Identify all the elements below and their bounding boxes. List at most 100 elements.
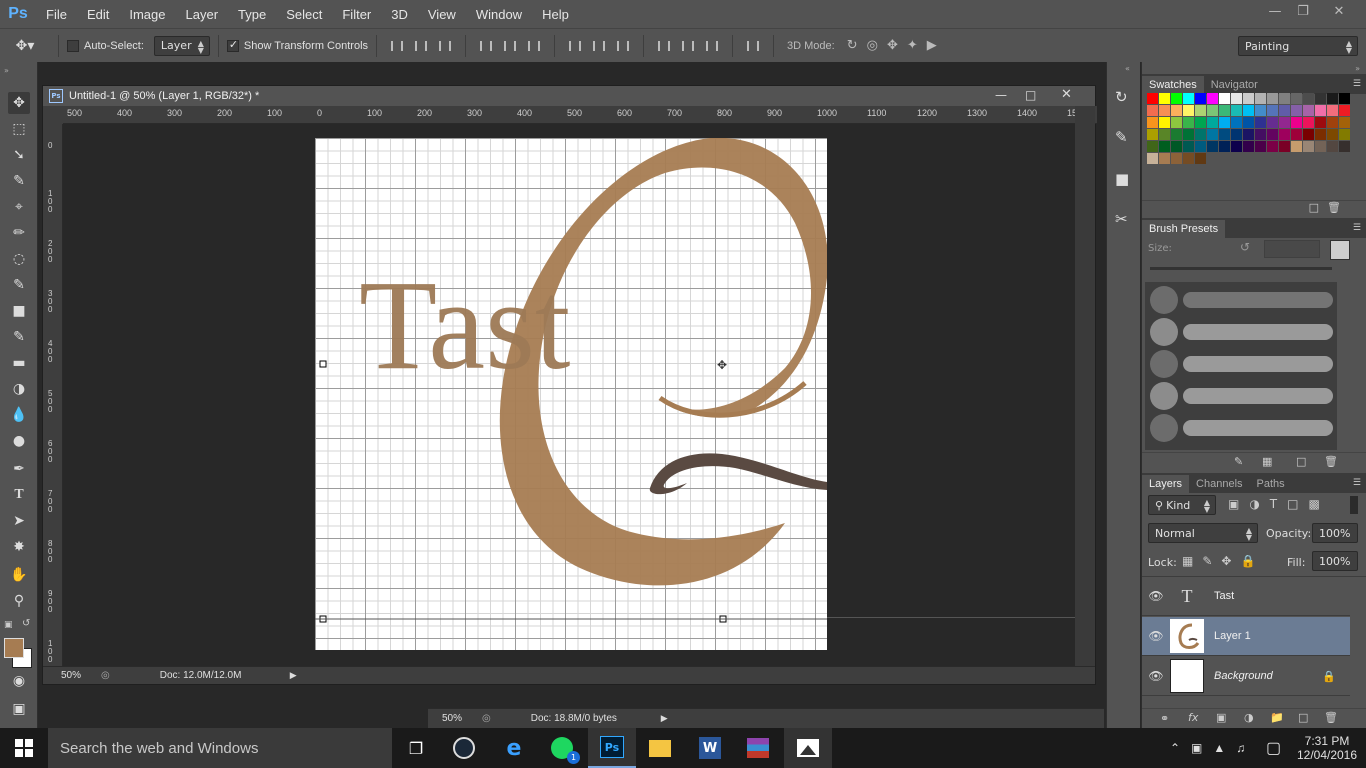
panel-menu-icon[interactable]: ☰: [1353, 478, 1361, 488]
steam-icon[interactable]: [440, 728, 488, 768]
collapse-arrows-icon[interactable]: »: [4, 66, 9, 75]
reset-brush-icon[interactable]: ↺: [1240, 240, 1250, 254]
panel-menu-icon[interactable]: ☰: [1353, 79, 1361, 89]
color-swatch[interactable]: [1291, 117, 1302, 128]
color-swatch[interactable]: [1159, 141, 1170, 152]
color-swatch[interactable]: [1339, 93, 1350, 104]
menu-layer[interactable]: Layer: [176, 7, 229, 22]
color-swatch[interactable]: [1243, 93, 1254, 104]
status-arrow-icon[interactable]: ▶: [661, 714, 668, 724]
align-right-icon[interactable]: [525, 38, 543, 54]
background-doc-zoom[interactable]: 50%: [442, 713, 482, 724]
menu-filter[interactable]: Filter: [332, 7, 381, 22]
color-swatch[interactable]: [1279, 93, 1290, 104]
winrar-icon[interactable]: [734, 728, 782, 768]
healing-brush-tool-icon[interactable]: ◌: [8, 248, 30, 270]
collapse-arrows-icon[interactable]: »: [1355, 64, 1360, 73]
color-swatch[interactable]: [1327, 117, 1338, 128]
vertical-ruler[interactable]: 0 100 200 300 400 500 600 700 800 900 10…: [43, 124, 63, 668]
type-tool-icon[interactable]: T: [8, 484, 30, 506]
color-swatch[interactable]: [1195, 129, 1206, 140]
horizontal-ruler[interactable]: 500 400 300 200 100 0 100 200 300 400 50…: [63, 106, 1097, 124]
brush-preset-tip[interactable]: [1150, 414, 1178, 442]
layer-row-layer-1[interactable]: 👁 Layer 1: [1142, 617, 1350, 656]
color-swatch[interactable]: [1279, 129, 1290, 140]
ruler-origin[interactable]: [43, 106, 63, 124]
delete-brush-icon[interactable]: 🗑: [1324, 455, 1338, 468]
canvas-area[interactable]: Tast ✥: [63, 124, 1077, 668]
foreground-color-swatch[interactable]: [4, 638, 24, 658]
distribute-bottom-icon[interactable]: [614, 38, 632, 54]
color-swatch[interactable]: [1255, 141, 1266, 152]
move-tool-icon[interactable]: ✥: [8, 92, 30, 114]
color-swatch[interactable]: [1195, 141, 1206, 152]
brush-list[interactable]: [1145, 282, 1337, 450]
color-swatch[interactable]: [1171, 105, 1182, 116]
share-icon[interactable]: ◎: [101, 670, 110, 681]
color-swatch[interactable]: [1243, 129, 1254, 140]
vertical-scrollbar[interactable]: [1075, 106, 1095, 668]
color-swatch[interactable]: [1219, 117, 1230, 128]
color-swatch[interactable]: [1171, 141, 1182, 152]
color-swatch[interactable]: [1243, 141, 1254, 152]
blend-mode-dropdown[interactable]: Normal ▲ ▼: [1148, 523, 1258, 543]
color-swatch[interactable]: [1219, 93, 1230, 104]
clock[interactable]: 7:31 PM 12/04/2016: [1296, 728, 1358, 768]
pen-tool-icon[interactable]: ✒: [8, 458, 30, 480]
color-swatch[interactable]: [1183, 93, 1194, 104]
close-icon[interactable]: ✕: [1322, 0, 1356, 22]
grid-icon[interactable]: ▦: [1262, 455, 1272, 468]
color-swatch[interactable]: [1207, 141, 1218, 152]
distribute-top-icon[interactable]: [566, 38, 584, 54]
history-brush-tool-icon[interactable]: ✎: [8, 326, 30, 348]
align-bottom-icon[interactable]: [436, 38, 454, 54]
color-swatch[interactable]: [1303, 141, 1314, 152]
delete-layer-icon[interactable]: 🗑: [1324, 711, 1338, 724]
zoom-level[interactable]: 50%: [61, 670, 101, 681]
color-swatch[interactable]: [1267, 117, 1278, 128]
align-top-icon[interactable]: [388, 38, 406, 54]
tab-paths[interactable]: Paths: [1250, 475, 1292, 493]
eye-icon[interactable]: 👁: [1142, 669, 1170, 683]
menu-view[interactable]: View: [418, 7, 466, 22]
eye-icon[interactable]: 👁: [1142, 589, 1170, 603]
clone-source-panel-icon[interactable]: ■: [1115, 170, 1129, 188]
color-swatch[interactable]: [1147, 153, 1158, 164]
photoshop-taskbar-icon[interactable]: Ps: [588, 728, 636, 768]
color-swatch[interactable]: [1291, 105, 1302, 116]
color-swatch[interactable]: [1183, 141, 1194, 152]
custom-shape-tool-icon[interactable]: ✸: [8, 536, 30, 558]
brush-panel-toggle-icon[interactable]: [1330, 240, 1350, 260]
brush-preset-tip[interactable]: [1150, 318, 1178, 346]
distribute-vcenter-icon[interactable]: [590, 38, 608, 54]
color-swatch[interactable]: [1255, 93, 1266, 104]
screen-mode-icon[interactable]: ▣: [8, 698, 30, 720]
color-swatch[interactable]: [1207, 93, 1218, 104]
color-swatch[interactable]: [1303, 105, 1314, 116]
tab-swatches[interactable]: Swatches: [1142, 76, 1204, 94]
color-swatch[interactable]: [1195, 105, 1206, 116]
color-swatch[interactable]: [1207, 117, 1218, 128]
zoom-tool-icon[interactable]: ⚲: [8, 590, 30, 612]
quick-select-tool-icon[interactable]: ✎: [8, 170, 30, 192]
color-swatch[interactable]: [1195, 117, 1206, 128]
color-swatch[interactable]: [1171, 117, 1182, 128]
auto-select-checkbox[interactable]: [67, 39, 79, 52]
align-hcenter-icon[interactable]: [501, 38, 519, 54]
color-swatch[interactable]: [1339, 117, 1350, 128]
quick-mask-icon[interactable]: ◉: [8, 670, 30, 692]
delete-swatch-icon[interactable]: 🗑: [1327, 201, 1341, 214]
collapse-arrows-icon[interactable]: «: [1125, 64, 1130, 73]
paint-bucket-tool-icon[interactable]: ◑: [8, 378, 30, 400]
brush-panel-icon[interactable]: ✎: [1115, 128, 1128, 146]
workspace-dropdown[interactable]: Painting ▲ ▼: [1238, 36, 1358, 56]
filter-toggle[interactable]: [1350, 496, 1358, 514]
layer-filter-icons[interactable]: ▣◑T□▩: [1228, 497, 1330, 511]
color-swatch[interactable]: [1147, 117, 1158, 128]
color-swatch[interactable]: [1159, 153, 1170, 164]
color-swatch[interactable]: [1279, 141, 1290, 152]
color-swatch[interactable]: [1171, 153, 1182, 164]
clone-stamp-tool-icon[interactable]: ■: [8, 300, 30, 322]
menu-3d[interactable]: 3D: [381, 7, 418, 22]
brush-preset-tip[interactable]: [1150, 286, 1178, 314]
